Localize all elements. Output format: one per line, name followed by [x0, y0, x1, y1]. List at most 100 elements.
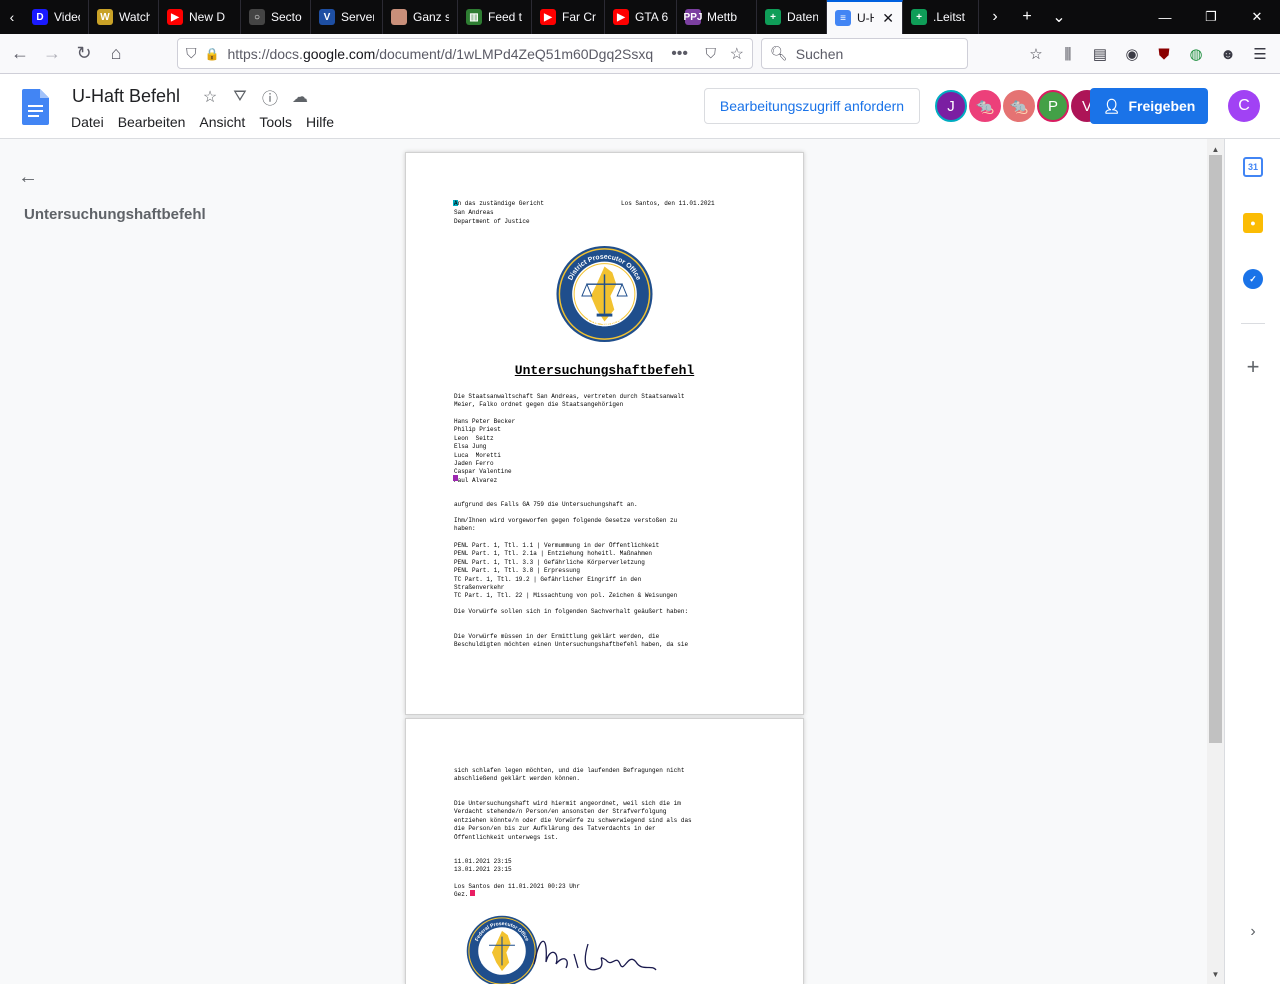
outline-heading-item[interactable]: Untersuchungshaftbefehl [24, 206, 206, 223]
browser-tab[interactable]: V Server [311, 0, 383, 34]
tab-strip: ‹ D Video W Watch ▶ New D ○ Sector V Server Ganz s… [0, 0, 1280, 34]
google-docs-logo[interactable] [22, 89, 49, 125]
url-text[interactable]: https://docs.google.com/document/d/1wLMP… [227, 46, 653, 62]
maximize-button[interactable]: ❐ [1188, 0, 1234, 34]
star-icon[interactable]: ☆ [200, 87, 220, 107]
library-icon[interactable]: ⫼ [1052, 38, 1084, 70]
dates-block[interactable]: 11.01.2021 23:15 13.01.2021 23:15 [454, 858, 512, 875]
share-button[interactable]: 👤︎ Freigeben [1090, 88, 1208, 124]
menu-item[interactable]: Ansicht [199, 114, 245, 130]
district-prosecutor-seal[interactable]: District Prosecutor Office Los Santos [554, 245, 655, 343]
close-window-button[interactable]: ✕ [1234, 0, 1280, 34]
reload-button[interactable]: ↻ [68, 38, 100, 70]
intro-paragraph[interactable]: Die Staatsanwaltschaft San Andreas, vert… [454, 393, 684, 410]
lock-icon[interactable]: 🔒 [205, 47, 220, 61]
browser-tab[interactable]: ▥ Feed t [458, 0, 532, 34]
document-page-1[interactable]: An das zuständige Gericht Los Santos, de… [406, 153, 803, 714]
investigation-paragraph[interactable]: Die Vorwürfe müssen in der Ermittlung ge… [454, 633, 688, 650]
tab-scroll-left-button[interactable]: ‹ [0, 0, 24, 34]
address-line-3[interactable]: Department of Justice [454, 218, 530, 226]
menu-item[interactable]: Datei [71, 114, 104, 130]
browser-tab[interactable]: ▶ Far Cry [532, 0, 605, 34]
keep-icon[interactable]: ● [1243, 213, 1263, 233]
continuation-paragraph[interactable]: sich schlafen legen möchten, und die lau… [454, 767, 684, 784]
document-title[interactable]: U-Haft Befehl [72, 86, 180, 107]
add-addon-plus-icon[interactable]: + [1243, 354, 1263, 379]
address-line-2[interactable]: San Andreas [454, 209, 494, 217]
bookmark-star-icon[interactable]: ☆ [730, 44, 744, 64]
tab-list-dropdown-button[interactable]: ⌄ [1043, 0, 1075, 34]
scroll-up-arrow-icon[interactable]: ▲ [1207, 141, 1224, 157]
scrollbar-thumb[interactable] [1209, 155, 1222, 743]
sidebar-icon[interactable]: ▤ [1084, 38, 1116, 70]
document-heading[interactable]: Untersuchungshaftbefehl [406, 363, 803, 378]
info-icon[interactable]: ⓘ [260, 87, 280, 108]
collaborator-avatar[interactable]: 🐀 [1003, 90, 1035, 122]
minimize-button[interactable]: — [1142, 0, 1188, 34]
browser-tab[interactable]: + .Leitst [903, 0, 979, 34]
extension-spy-icon[interactable]: ☻ [1212, 38, 1244, 70]
title-actions: ☆ ⛛ ⓘ ☁ [200, 87, 310, 108]
tracking-protection-icon[interactable]: ⛉ [186, 45, 197, 62]
browser-tab[interactable]: ≡ U-H ✕ [827, 0, 903, 34]
ublock-icon[interactable]: ⛊ [1148, 38, 1180, 70]
browser-tab[interactable]: PPJ Mettb [677, 0, 757, 34]
hamburger-menu-icon[interactable]: ☰ [1244, 38, 1276, 70]
collaborator-avatar[interactable]: P [1037, 90, 1069, 122]
browser-tab[interactable]: W Watch [89, 0, 159, 34]
new-tab-button[interactable]: + [1011, 0, 1043, 34]
url-bar[interactable]: ⛉ 🔒 https://docs.google.com/document/d/1… [177, 38, 753, 69]
browser-tab[interactable]: ▶ GTA 6 [605, 0, 677, 34]
laws-list[interactable]: PENL Part. 1, Ttl. 1.1 | Vermummung in d… [454, 542, 677, 601]
tab-favicon-icon: V [319, 9, 335, 25]
request-edit-access-button[interactable]: Bearbeitungszugriff anfordern [704, 88, 920, 124]
bookmarks-star-list-icon[interactable]: ☆ [1020, 38, 1052, 70]
toolbar-extensions: ☆ ⫼ ▤ ◉ ⛊ ◍ ☻ ☰ [1020, 38, 1276, 70]
menu-bar: Datei Bearbeiten Ansicht Tools Hilfe [71, 114, 334, 130]
browser-tab[interactable]: + Datenl [757, 0, 827, 34]
collaborator-avatar[interactable]: 🐀 [969, 90, 1001, 122]
scroll-down-arrow-icon[interactable]: ▼ [1207, 966, 1224, 982]
account-icon[interactable]: ◉ [1116, 38, 1148, 70]
tab-favicon-icon: ○ [249, 9, 265, 25]
menu-item[interactable]: Bearbeiten [118, 114, 186, 130]
date-line[interactable]: Los Santos, den 11.01.2021 [621, 200, 715, 208]
search-bar[interactable]: 🔍︎ Suchen [761, 38, 968, 69]
expand-panel-chevron-icon[interactable]: › [1243, 922, 1263, 942]
address-line-1[interactable]: An das zuständige Gericht [454, 200, 544, 208]
collaborator-avatar[interactable]: J [935, 90, 967, 122]
back-button[interactable]: ← [4, 38, 36, 70]
case-line[interactable]: aufgrund des Falls GA 759 die Untersuchu… [454, 501, 638, 509]
browser-tab[interactable]: ○ Sector [241, 0, 311, 34]
close-tab-icon[interactable]: ✕ [882, 10, 894, 27]
pocket-icon[interactable]: ⛉ [706, 45, 717, 62]
home-button[interactable]: ⌂ [100, 38, 132, 70]
close-outline-arrow-icon[interactable]: ← [16, 165, 40, 189]
account-avatar[interactable]: C [1228, 90, 1260, 122]
menu-item[interactable]: Tools [259, 114, 292, 130]
tab-scroll-right-button[interactable]: › [979, 0, 1011, 34]
facts-intro[interactable]: Die Vorwürfe sollen sich in folgenden Sa… [454, 608, 688, 616]
tab-label: U-H [857, 11, 874, 25]
browser-tab[interactable]: D Video [24, 0, 89, 34]
browser-tab[interactable]: Ganz s [383, 0, 458, 34]
forward-button[interactable]: → [36, 38, 68, 70]
accused-persons-list[interactable]: Hans Peter Becker Philip Priest Leon Sei… [454, 418, 515, 485]
collaborator-cursor [470, 890, 475, 896]
move-to-drive-icon[interactable]: ⛛ [230, 87, 250, 107]
tasks-icon[interactable]: ✓ [1243, 269, 1263, 289]
browser-tab[interactable]: ▶ New D [159, 0, 241, 34]
menu-item[interactable]: Hilfe [306, 114, 334, 130]
person-add-icon: 👤︎ [1102, 97, 1121, 114]
calendar-icon[interactable]: 31 [1243, 157, 1263, 177]
accusation-intro[interactable]: Ihm/Ihnen wird vorgeworfen gegen folgend… [454, 517, 677, 534]
order-paragraph[interactable]: Die Untersuchungshaft wird hiermit angeo… [454, 800, 692, 842]
cloud-status-icon[interactable]: ☁ [290, 87, 310, 107]
tab-favicon-icon: PPJ [684, 9, 702, 25]
share-label: Freigeben [1128, 98, 1196, 114]
document-page-2[interactable]: sich schlafen legen möchten, und die lau… [406, 719, 803, 984]
signed-label[interactable]: Gez. [454, 891, 468, 899]
extension-green-icon[interactable]: ◍ [1180, 38, 1212, 70]
page-actions-menu-icon[interactable]: ••• [671, 45, 688, 63]
tab-label: GTA 6 [635, 10, 668, 24]
